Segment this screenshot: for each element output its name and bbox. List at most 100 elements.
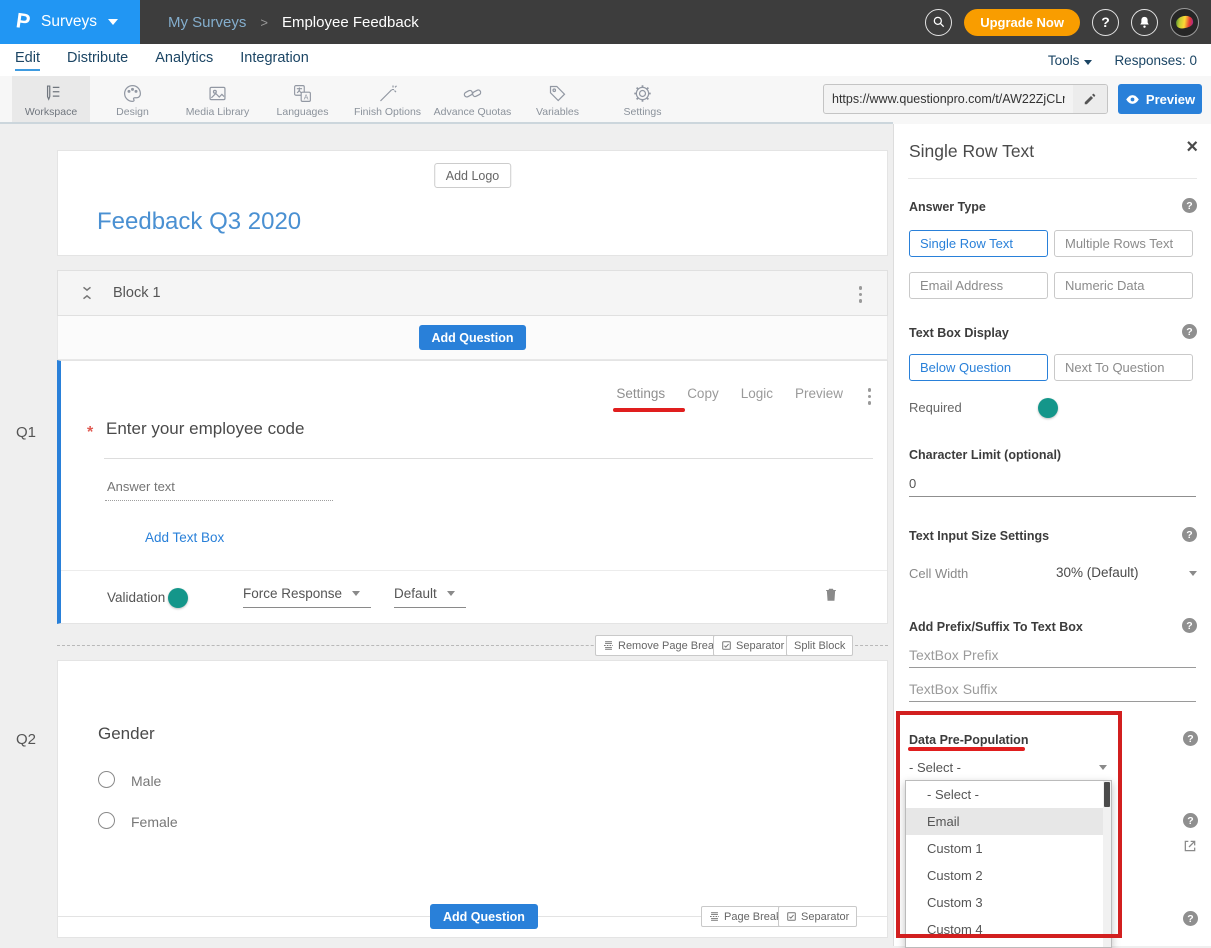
q1-tab-preview[interactable]: Preview <box>795 386 843 401</box>
toolbar-item-media-library[interactable]: Media Library <box>175 76 260 124</box>
page-break-icon <box>603 640 614 651</box>
q1-answer-text-input[interactable] <box>105 473 333 501</box>
user-avatar[interactable] <box>1170 8 1199 37</box>
image-icon <box>207 83 228 104</box>
page-break-icon <box>709 911 720 922</box>
tab-distribute[interactable]: Distribute <box>67 50 128 71</box>
dropdown-scrollbar-thumb[interactable] <box>1104 782 1110 807</box>
tab-integration[interactable]: Integration <box>240 50 309 71</box>
toolbar-item-finish-options[interactable]: Finish Options <box>345 76 430 124</box>
block-more-menu-icon[interactable] <box>859 286 863 303</box>
edit-url-pencil-icon[interactable] <box>1073 85 1107 113</box>
add-question-button[interactable]: Add Question <box>419 325 527 350</box>
text-input-size-help-icon[interactable]: ? <box>1182 527 1197 542</box>
character-limit-value[interactable]: 0 <box>909 476 916 491</box>
cell-width-label: Cell Width <box>909 566 968 581</box>
chevron-down-icon <box>1084 60 1092 65</box>
data-prepopulation-help-icon[interactable]: ? <box>1183 731 1198 746</box>
q1-tab-settings[interactable]: Settings <box>616 386 665 401</box>
textbox-prefix-input[interactable]: TextBox Prefix <box>909 647 998 663</box>
close-panel-icon[interactable]: × <box>1186 137 1198 157</box>
data-prepopulation-select[interactable]: - Select - <box>909 760 961 775</box>
q2-option-male-label[interactable]: Male <box>131 773 161 789</box>
survey-title[interactable]: Feedback Q3 2020 <box>97 208 301 236</box>
q1-tab-copy[interactable]: Copy <box>687 386 719 401</box>
breadcrumb-current: Employee Feedback <box>282 14 419 31</box>
preview-button[interactable]: Preview <box>1118 84 1202 114</box>
toolbar-item-settings[interactable]: Settings <box>600 76 685 124</box>
textbox-suffix-input[interactable]: TextBox Suffix <box>909 681 997 697</box>
question-settings-panel: Single Row Text × Answer Type ? Single R… <box>893 124 1211 946</box>
toolbar-item-languages[interactable]: A Languages <box>260 76 345 124</box>
toolbar-item-design[interactable]: Design <box>90 76 175 124</box>
chain-links-icon <box>462 83 483 104</box>
force-response-dropdown[interactable]: Force Response <box>243 586 371 608</box>
dropdown-option-custom2[interactable]: Custom 2 <box>906 862 1111 889</box>
breadcrumb-parent[interactable]: My Surveys <box>168 14 246 31</box>
settings-red-underline-annotation <box>613 408 685 412</box>
hidden-section-help-icon[interactable]: ? <box>1183 813 1198 828</box>
search-icon[interactable] <box>925 9 952 36</box>
validation-default-dropdown[interactable]: Default <box>394 586 466 608</box>
data-prepopulation-dropdown: - Select - Email Custom 1 Custom 2 Custo… <box>905 780 1112 948</box>
toolbar-item-workspace[interactable]: Workspace <box>12 76 90 124</box>
prefix-suffix-label: Add Prefix/Suffix To Text Box <box>909 620 1083 634</box>
question-number-q2: Q2 <box>16 731 36 748</box>
tab-edit[interactable]: Edit <box>15 50 40 71</box>
tools-menu[interactable]: Tools <box>1048 53 1093 68</box>
dropdown-option-custom1[interactable]: Custom 1 <box>906 835 1111 862</box>
q1-question-text[interactable]: Enter your employee code <box>106 419 304 439</box>
q1-more-menu-icon[interactable] <box>868 388 872 405</box>
answer-type-multiple-rows[interactable]: Multiple Rows Text <box>1054 230 1193 257</box>
answer-type-numeric[interactable]: Numeric Data <box>1054 272 1193 299</box>
display-next-to-question[interactable]: Next To Question <box>1054 354 1193 381</box>
remove-page-break-button[interactable]: Remove Page Break <box>595 635 728 656</box>
page-break-button[interactable]: Page Break <box>701 906 789 927</box>
dropdown-option-select[interactable]: - Select - <box>906 781 1111 808</box>
select-caret-icon[interactable] <box>1099 765 1107 770</box>
prefix-suffix-help-icon[interactable]: ? <box>1182 618 1197 633</box>
responses-count[interactable]: Responses: 0 <box>1114 53 1197 68</box>
dropdown-option-email[interactable]: Email <box>906 808 1111 835</box>
survey-url-input[interactable] <box>824 92 1073 106</box>
separator-button[interactable]: Separator <box>713 635 792 656</box>
dropdown-scrollbar[interactable] <box>1103 781 1111 947</box>
text-input-size-label: Text Input Size Settings <box>909 529 1049 543</box>
dropdown-option-custom4[interactable]: Custom 4 <box>906 916 1111 943</box>
tag-icon <box>547 83 568 104</box>
delete-question-trash-icon[interactable] <box>822 585 840 608</box>
q2-radio-female[interactable] <box>98 812 115 829</box>
cell-width-dropdown-caret-icon[interactable] <box>1189 571 1197 576</box>
external-link-icon[interactable] <box>1182 838 1198 859</box>
add-logo-button[interactable]: Add Logo <box>434 163 512 188</box>
text-box-display-help-icon[interactable]: ? <box>1182 324 1197 339</box>
upgrade-now-button[interactable]: Upgrade Now <box>964 9 1080 36</box>
palette-icon <box>122 83 143 104</box>
notifications-bell-icon[interactable] <box>1131 9 1158 36</box>
tab-analytics[interactable]: Analytics <box>155 50 213 71</box>
answer-type-single-row[interactable]: Single Row Text <box>909 230 1048 257</box>
answer-type-email[interactable]: Email Address <box>909 272 1048 299</box>
toolbar-item-advance-quotas[interactable]: Advance Quotas <box>430 76 515 124</box>
display-below-question[interactable]: Below Question <box>909 354 1048 381</box>
answer-type-help-icon[interactable]: ? <box>1182 198 1197 213</box>
q2-question-text[interactable]: Gender <box>98 724 155 744</box>
collapse-block-icon[interactable] <box>80 283 94 308</box>
split-block-button[interactable]: Split Block <box>786 635 853 656</box>
add-question-bottom-button[interactable]: Add Question <box>430 904 538 929</box>
questionpro-logo-icon: P <box>14 9 31 35</box>
chevron-down-icon <box>108 19 118 25</box>
q2-option-female-label[interactable]: Female <box>131 814 178 830</box>
block-title[interactable]: Block 1 <box>113 285 161 301</box>
q2-radio-male[interactable] <box>98 771 115 788</box>
add-text-box-link[interactable]: Add Text Box <box>145 530 224 545</box>
dropdown-option-custom3[interactable]: Custom 3 <box>906 889 1111 916</box>
brand-menu[interactable]: P Surveys <box>0 0 140 44</box>
q1-tab-logic[interactable]: Logic <box>741 386 773 401</box>
hidden-section2-help-icon[interactable]: ? <box>1183 911 1198 926</box>
prefix-underline <box>909 667 1196 668</box>
toolbar-item-variables[interactable]: Variables <box>515 76 600 124</box>
help-icon[interactable]: ? <box>1092 9 1119 36</box>
cell-width-value[interactable]: 30% (Default) <box>1056 565 1139 580</box>
separator-bottom-button[interactable]: Separator <box>778 906 857 927</box>
